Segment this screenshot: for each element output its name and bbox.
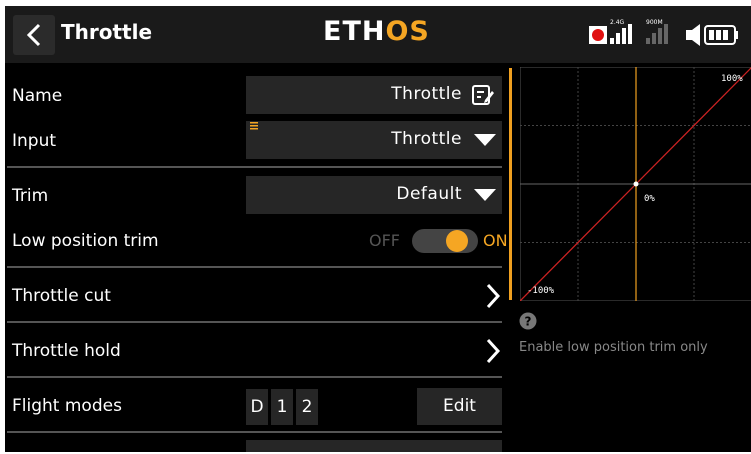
trim-select[interactable]: Default — [246, 176, 502, 214]
throttle-cut-chevron-icon[interactable] — [485, 283, 501, 309]
curve-current-point — [633, 181, 639, 187]
signal-2g4-icon: 2.4G — [610, 19, 632, 44]
name-field[interactable]: Throttle — [246, 76, 502, 114]
divider — [7, 376, 502, 378]
logo-text-white: ETH — [323, 16, 386, 47]
toggle-off-label: OFF — [369, 231, 400, 250]
input-label: Input — [12, 131, 57, 151]
trim-value: Default — [396, 184, 462, 204]
graph-label-top: 100% — [721, 74, 743, 84]
flight-mode-chip[interactable]: D — [246, 389, 268, 425]
signal-label-900m: 900M — [646, 19, 663, 26]
trim-label: Trim — [12, 186, 49, 206]
signal-900m-icon: 900M — [646, 19, 668, 44]
toggle-knob — [446, 230, 468, 252]
throttle-hold-chevron-icon[interactable] — [485, 338, 501, 364]
status-indicators: 2.4G 900M — [589, 18, 749, 52]
curve-graph: 100% 0% -100% — [520, 67, 751, 301]
help-text: Enable low position trim only — [519, 340, 708, 355]
throttle-hold-label: Throttle hold — [12, 341, 121, 361]
graph-label-mid: 0% — [644, 194, 655, 204]
next-row-field[interactable] — [246, 440, 502, 452]
header-bar: Throttle ETHOS 2.4G 900M — [5, 6, 751, 63]
toggle-on-label: ON — [483, 231, 508, 250]
edit-flight-modes-button[interactable]: Edit — [417, 388, 502, 425]
low-position-trim-label: Low position trim — [12, 231, 159, 251]
battery-icon — [704, 25, 738, 45]
dropdown-arrow-icon — [474, 189, 496, 201]
name-label: Name — [12, 86, 63, 106]
logo-text-orange: OS — [385, 16, 430, 47]
input-select[interactable]: Throttle — [246, 121, 502, 159]
ethos-logo: ETHOS — [323, 16, 430, 47]
flight-mode-chip[interactable]: 2 — [296, 389, 318, 425]
flight-mode-chip[interactable]: 1 — [271, 389, 293, 425]
record-icon — [589, 26, 607, 44]
divider — [7, 321, 502, 323]
chevron-left-icon — [26, 23, 41, 47]
edit-icon — [472, 85, 494, 105]
back-button[interactable] — [13, 15, 55, 55]
graph-label-bottom: -100% — [527, 286, 555, 296]
screen: Throttle ETHOS 2.4G 900M Name Throttle I… — [5, 6, 751, 452]
page-title: Throttle — [61, 20, 153, 44]
help-icon[interactable]: ? — [519, 312, 537, 330]
speaker-icon — [686, 24, 700, 46]
signal-label-24g: 2.4G — [610, 19, 625, 26]
low-position-trim-toggle[interactable] — [412, 229, 478, 253]
name-value: Throttle — [391, 84, 462, 104]
throttle-cut-label: Throttle cut — [12, 286, 111, 306]
svg-text:?: ? — [525, 315, 532, 329]
input-value: Throttle — [391, 129, 462, 149]
divider — [7, 266, 502, 268]
divider — [7, 431, 502, 433]
divider — [7, 166, 502, 168]
menu-indicator-icon — [250, 122, 258, 130]
flight-modes-label: Flight modes — [12, 396, 122, 416]
focus-indicator-bar — [509, 68, 512, 300]
dropdown-arrow-icon — [474, 134, 496, 146]
